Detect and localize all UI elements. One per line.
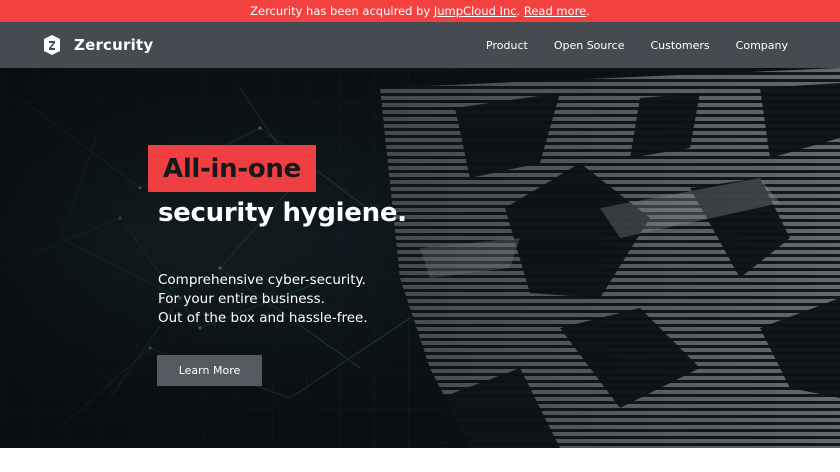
announcement-banner: Zercurity has been acquired by JumpCloud…	[0, 0, 840, 22]
shield-logo-icon	[42, 34, 62, 56]
hero-tagline: Comprehensive cyber-security. For your e…	[158, 271, 368, 328]
headline-text: security hygiene.	[158, 198, 407, 228]
headline-highlight: All-in-one	[148, 145, 316, 192]
tagline-line: For your entire business.	[158, 291, 325, 307]
brand-home-link[interactable]: Zercurity	[42, 34, 153, 56]
nav-links: Product Open Source Customers Company	[460, 22, 788, 68]
banner-read-more-link[interactable]: Read more	[524, 4, 586, 18]
brand-name: Zercurity	[74, 36, 154, 54]
tagline-line: Comprehensive cyber-security.	[158, 272, 366, 288]
page-below-fold	[0, 448, 840, 472]
nav-open-source[interactable]: Open Source	[554, 39, 625, 52]
banner-text: Zercurity has been acquired by	[250, 4, 434, 18]
nav-customers[interactable]: Customers	[650, 39, 709, 52]
tagline-line: Out of the box and hassle-free.	[158, 310, 368, 326]
top-nav: Zercurity Product Open Source Customers …	[0, 22, 840, 68]
banner-suffix: .	[586, 4, 590, 18]
learn-more-button[interactable]: Learn More	[157, 355, 262, 386]
banner-company-link[interactable]: JumpCloud Inc	[434, 4, 517, 18]
hero-content: All-in-one security hygiene. Comprehensi…	[0, 68, 840, 448]
banner-separator: .	[516, 4, 524, 18]
nav-company[interactable]: Company	[736, 39, 788, 52]
hero-section: All-in-one security hygiene. Comprehensi…	[0, 68, 840, 448]
nav-product[interactable]: Product	[486, 39, 528, 52]
headline-highlight-text: All-in-one	[163, 153, 301, 184]
